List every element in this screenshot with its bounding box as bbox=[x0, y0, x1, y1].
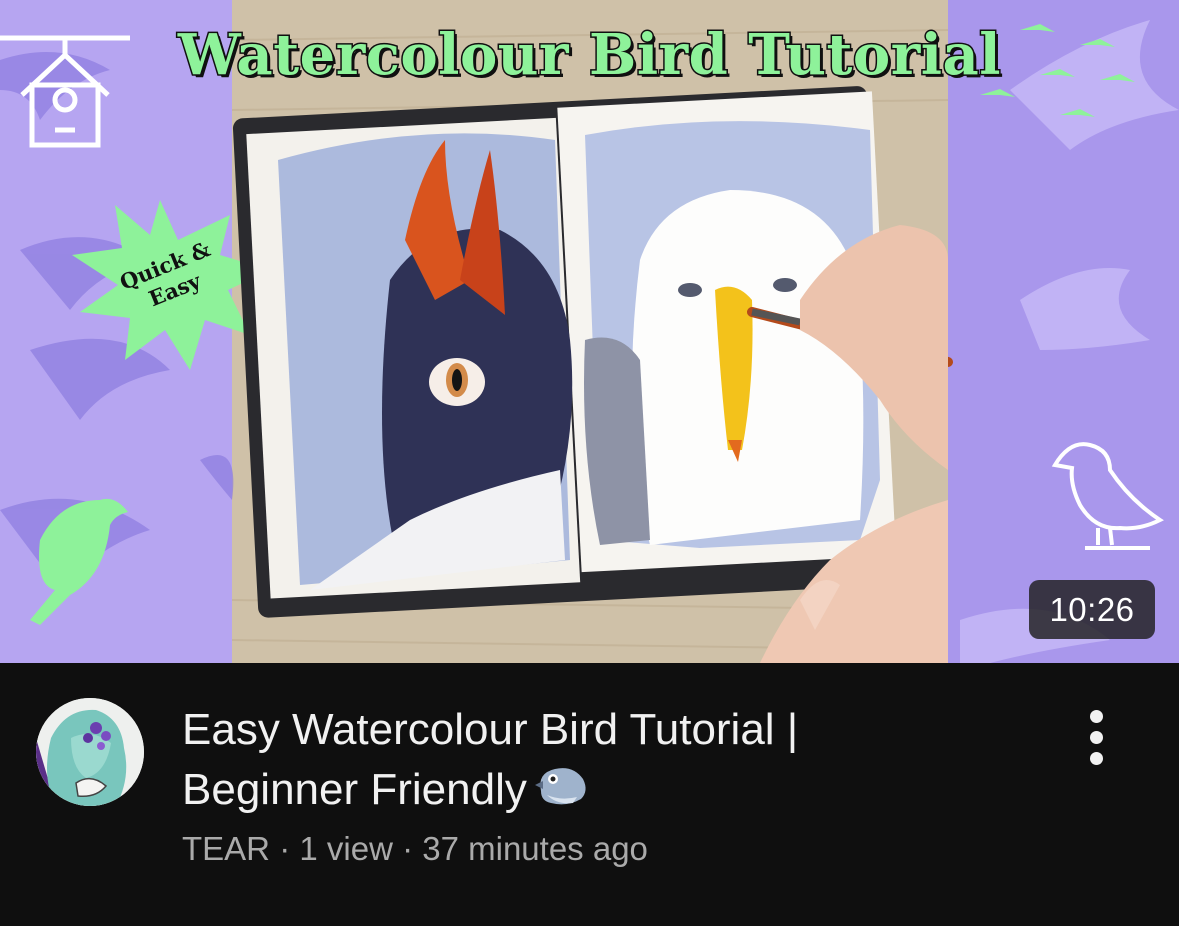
video-card: Watercolour Bird Tutorial Quick & Easy 1… bbox=[0, 0, 1179, 926]
video-title-line-2-text: Beginner Friendly bbox=[182, 765, 527, 814]
video-metadata: TEAR · 1 view · 37 minutes ago bbox=[182, 826, 648, 872]
channel-avatar[interactable] bbox=[36, 698, 144, 806]
meta-separator: · bbox=[279, 830, 291, 867]
video-thumbnail[interactable]: Watercolour Bird Tutorial Quick & Easy 1… bbox=[0, 0, 1179, 663]
more-options-button[interactable] bbox=[1068, 702, 1124, 772]
video-title-line-1: Easy Watercolour Bird Tutorial | bbox=[182, 705, 799, 754]
view-count: 1 view bbox=[299, 830, 393, 867]
upload-age: 37 minutes ago bbox=[422, 830, 648, 867]
perched-bird-icon bbox=[1051, 442, 1164, 550]
right-bird-silhouettes bbox=[960, 20, 1179, 663]
bird-emoji-icon bbox=[533, 761, 591, 823]
meta-separator: · bbox=[402, 830, 414, 867]
video-duration-badge: 10:26 bbox=[1029, 580, 1155, 639]
more-vertical-icon-dot bbox=[1089, 730, 1103, 744]
channel-name[interactable]: TEAR bbox=[182, 830, 270, 867]
video-title[interactable]: Easy Watercolour Bird Tutorial | Beginne… bbox=[182, 700, 962, 823]
avatar-image bbox=[36, 698, 144, 806]
thumbnail-overlay-title: Watercolour Bird Tutorial bbox=[176, 21, 1002, 90]
more-vertical-icon bbox=[1089, 709, 1103, 723]
video-title-line-2: Beginner Friendly bbox=[182, 760, 962, 823]
more-vertical-icon-dot bbox=[1089, 751, 1103, 765]
thumbnail-artwork bbox=[0, 20, 1179, 663]
